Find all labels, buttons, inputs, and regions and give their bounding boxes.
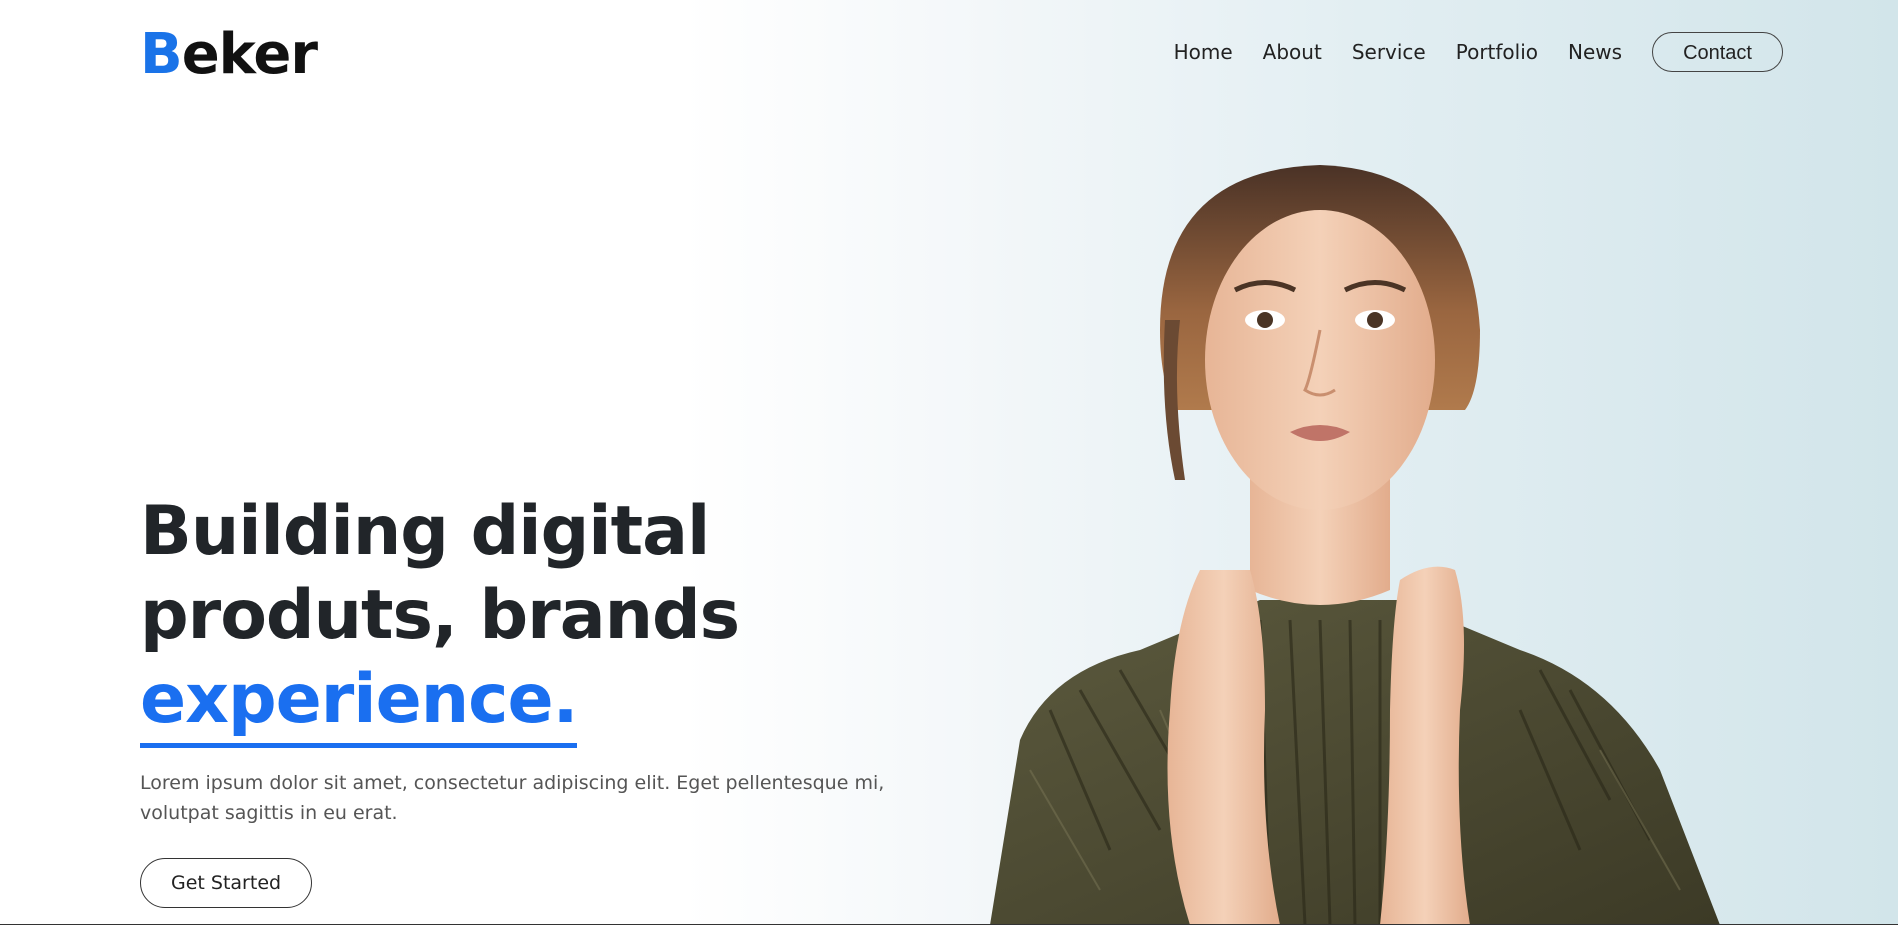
logo-text: eker [181, 22, 318, 87]
hero-title-line-2: produts, brands [140, 576, 740, 655]
get-started-button[interactable]: Get Started [140, 858, 313, 908]
main-nav: Home About Service Portfolio News Contac… [1174, 30, 1783, 74]
hero-title: Building digital produts, brands experie… [140, 490, 860, 748]
hero-title-line-1: Building digital [140, 492, 710, 571]
nav-news[interactable]: News [1568, 30, 1622, 74]
nav-home[interactable]: Home [1174, 30, 1233, 74]
face-shape [1205, 210, 1435, 510]
contact-button[interactable]: Contact [1652, 32, 1783, 72]
nav-service[interactable]: Service [1352, 30, 1426, 74]
hero-portrait-image [990, 165, 1720, 925]
nav-portfolio[interactable]: Portfolio [1456, 30, 1538, 74]
landing-page: Beker Home About Service Portfolio News … [0, 0, 1898, 925]
hero-title-accent: experience. [140, 658, 578, 748]
brand-logo[interactable]: Beker [140, 20, 318, 90]
hero-description: Lorem ipsum dolor sit amet, consectetur … [140, 772, 885, 824]
nav-about[interactable]: About [1263, 30, 1322, 74]
logo-initial: B [140, 22, 183, 87]
